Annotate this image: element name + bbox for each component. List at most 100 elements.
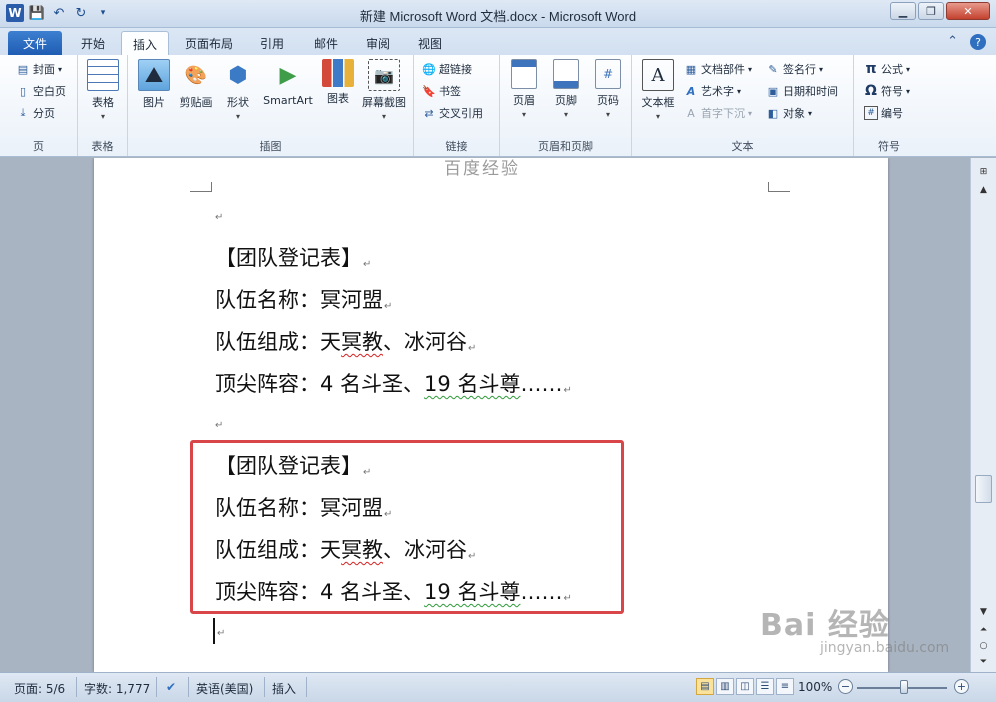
chart-icon <box>322 59 354 87</box>
blank-page-button[interactable]: ▯ 空白页 <box>16 81 66 101</box>
zoom-slider-handle[interactable] <box>900 680 908 694</box>
next-page-icon[interactable]: ⏷ <box>975 654 992 669</box>
block1-top-lineup: 顶尖阵容：4 名斗圣、19 名斗尊……↵ <box>215 368 572 398</box>
calendar-icon: ▣ <box>767 84 779 98</box>
baidu-url: jingyan.baidu.com <box>820 640 950 656</box>
block1-team-name: 队伍名称：冥河盟↵ <box>215 284 392 314</box>
signature-line-label: 签名行 <box>783 63 816 76</box>
object-button[interactable]: ◧ 对象 ▾ <box>766 103 812 123</box>
bookmark-button[interactable]: 🔖 书签 <box>422 81 461 101</box>
tab-home[interactable]: 开始 <box>72 31 114 55</box>
tab-page-layout[interactable]: 页面布局 <box>176 31 242 55</box>
top-lineup-grammar-flag: 19 名斗尊 <box>424 580 521 604</box>
wordart-button[interactable]: A 艺术字 ▾ <box>684 81 741 101</box>
proofing-icon[interactable]: ✔ <box>166 680 176 694</box>
status-divider <box>306 677 307 697</box>
blank-page-icon: ▯ <box>19 84 27 98</box>
crop-mark-right <box>768 182 790 192</box>
paragraph-mark: ↵ <box>384 301 393 312</box>
status-page[interactable]: 页面: 5/6 <box>14 680 65 697</box>
screenshot-label: 屏幕截图 <box>362 96 406 109</box>
clip-art-button[interactable]: 🎨 剪贴画 <box>174 59 218 110</box>
header-icon <box>511 59 537 89</box>
minimize-ribbon-icon[interactable]: ⌃ <box>947 34 958 50</box>
top-lineup-part: …… <box>520 580 563 604</box>
smartart-button[interactable]: ▶ SmartArt <box>260 59 316 108</box>
document-area[interactable]: 百度经验 ↵ 【团队登记表】↵ 队伍名称：冥河盟↵ 队伍组成：天冥教、冰河谷↵ … <box>0 158 970 672</box>
header-watermark: 百度经验 <box>444 159 520 179</box>
group-label-text: 文本 <box>731 140 754 153</box>
page-break-label: 分页 <box>33 107 55 120</box>
status-insert-mode[interactable]: 插入 <box>272 680 296 697</box>
header-button[interactable]: 页眉 ▾ <box>502 59 546 119</box>
hyperlink-button[interactable]: 🌐 超链接 <box>422 59 472 79</box>
window-controls: ▁ ❐ ✕ <box>890 2 990 20</box>
top-lineup-label: 顶尖阵容： <box>215 372 320 396</box>
text-box-label: 文本框 <box>641 96 675 109</box>
group-pages: ▤ 封面 ▾ ▯ 空白页 ⤓ 分页 页 <box>0 55 78 156</box>
empty-paragraph: ↵ <box>217 628 226 639</box>
picture-button[interactable]: ⛰ 图片 <box>132 59 176 110</box>
status-divider <box>264 677 265 697</box>
zoom-out-icon[interactable]: − <box>838 679 853 694</box>
help-icon[interactable]: ? <box>970 34 986 50</box>
signature-line-button[interactable]: ✎ 签名行 ▾ <box>766 59 823 79</box>
quick-parts-button[interactable]: ▦ 文档部件 ▾ <box>684 59 752 79</box>
footer-button[interactable]: 页脚 ▾ <box>544 59 588 119</box>
tab-view[interactable]: 视图 <box>408 31 452 55</box>
symbol-button[interactable]: Ω 符号 ▾ <box>864 81 910 101</box>
page-break-button[interactable]: ⤓ 分页 <box>16 103 55 123</box>
group-tables: 表格 ▾ 表格 <box>78 55 128 156</box>
tab-insert[interactable]: 插入 <box>121 31 169 55</box>
status-language[interactable]: 英语(美国) <box>196 680 253 697</box>
outline-view-icon[interactable]: ☰ <box>756 678 774 695</box>
shapes-button[interactable]: ⬢ 形状 ▾ <box>216 59 260 122</box>
browse-object-icon[interactable]: ○ <box>975 638 992 653</box>
vertical-scrollbar[interactable]: ⊞ ▲ ▼ ⏶ ○ ⏷ <box>970 158 996 672</box>
restore-button[interactable]: ❐ <box>918 2 944 20</box>
paragraph-mark: ↵ <box>363 467 372 478</box>
scroll-up-icon[interactable]: ▲ <box>975 182 992 197</box>
shapes-label: 形状 <box>227 96 249 109</box>
pi-icon: π <box>865 61 877 77</box>
scroll-thumb[interactable] <box>975 475 992 503</box>
close-button[interactable]: ✕ <box>946 2 990 20</box>
cover-page-button[interactable]: ▤ 封面 ▾ <box>16 59 62 79</box>
screenshot-button[interactable]: 📷 屏幕截图 ▾ <box>358 59 410 121</box>
print-layout-view-icon[interactable]: ▤ <box>696 678 714 695</box>
block1-title: 【团队登记表】↵ <box>215 242 371 272</box>
document-page[interactable]: 百度经验 ↵ 【团队登记表】↵ 队伍名称：冥河盟↵ 队伍组成：天冥教、冰河谷↵ … <box>94 158 888 672</box>
date-time-button[interactable]: ▣ 日期和时间 <box>766 81 838 101</box>
tab-references[interactable]: 引用 <box>250 31 294 55</box>
drop-cap-button[interactable]: A 首字下沉 ▾ <box>684 103 752 123</box>
tab-file[interactable]: 文件 <box>8 31 62 55</box>
scroll-down-icon[interactable]: ▼ <box>975 604 992 619</box>
status-word-count[interactable]: 字数: 1,777 <box>84 680 150 697</box>
group-label-symbols: 符号 <box>878 140 900 153</box>
symbol-label: 符号 <box>881 85 903 98</box>
web-layout-icon[interactable]: ◫ <box>736 678 754 695</box>
minimize-button[interactable]: ▁ <box>890 2 916 20</box>
zoom-in-icon[interactable]: + <box>954 679 969 694</box>
blank-page-label: 空白页 <box>33 85 66 98</box>
bookmark-label: 书签 <box>439 85 461 98</box>
full-screen-reading-icon[interactable]: ▥ <box>716 678 734 695</box>
draft-view-icon[interactable]: ≡ <box>776 678 794 695</box>
tab-mailings[interactable]: 邮件 <box>304 31 348 55</box>
table-label: 表格 <box>92 96 114 109</box>
text-box-button[interactable]: A 文本框 ▾ <box>636 59 680 121</box>
cross-reference-button[interactable]: ⇄ 交叉引用 <box>422 103 483 123</box>
equation-button[interactable]: π 公式 ▾ <box>864 59 910 79</box>
zoom-level[interactable]: 100% <box>798 680 832 694</box>
previous-page-icon[interactable]: ⏶ <box>975 622 992 637</box>
baidu-logo: Bai 经验 <box>760 608 890 643</box>
numbering-button[interactable]: # 编号 <box>864 103 903 123</box>
table-button[interactable]: 表格 ▾ <box>81 59 125 121</box>
paragraph-mark: ↵ <box>563 593 572 604</box>
ruler-toggle-icon[interactable]: ⊞ <box>975 164 992 179</box>
page-number-label: 页码 <box>597 94 619 107</box>
page-number-button[interactable]: # 页码 ▾ <box>586 59 630 119</box>
chart-button[interactable]: 图表 <box>316 59 360 106</box>
tab-review[interactable]: 审阅 <box>356 31 400 55</box>
picture-icon: ⛰ <box>138 59 170 91</box>
